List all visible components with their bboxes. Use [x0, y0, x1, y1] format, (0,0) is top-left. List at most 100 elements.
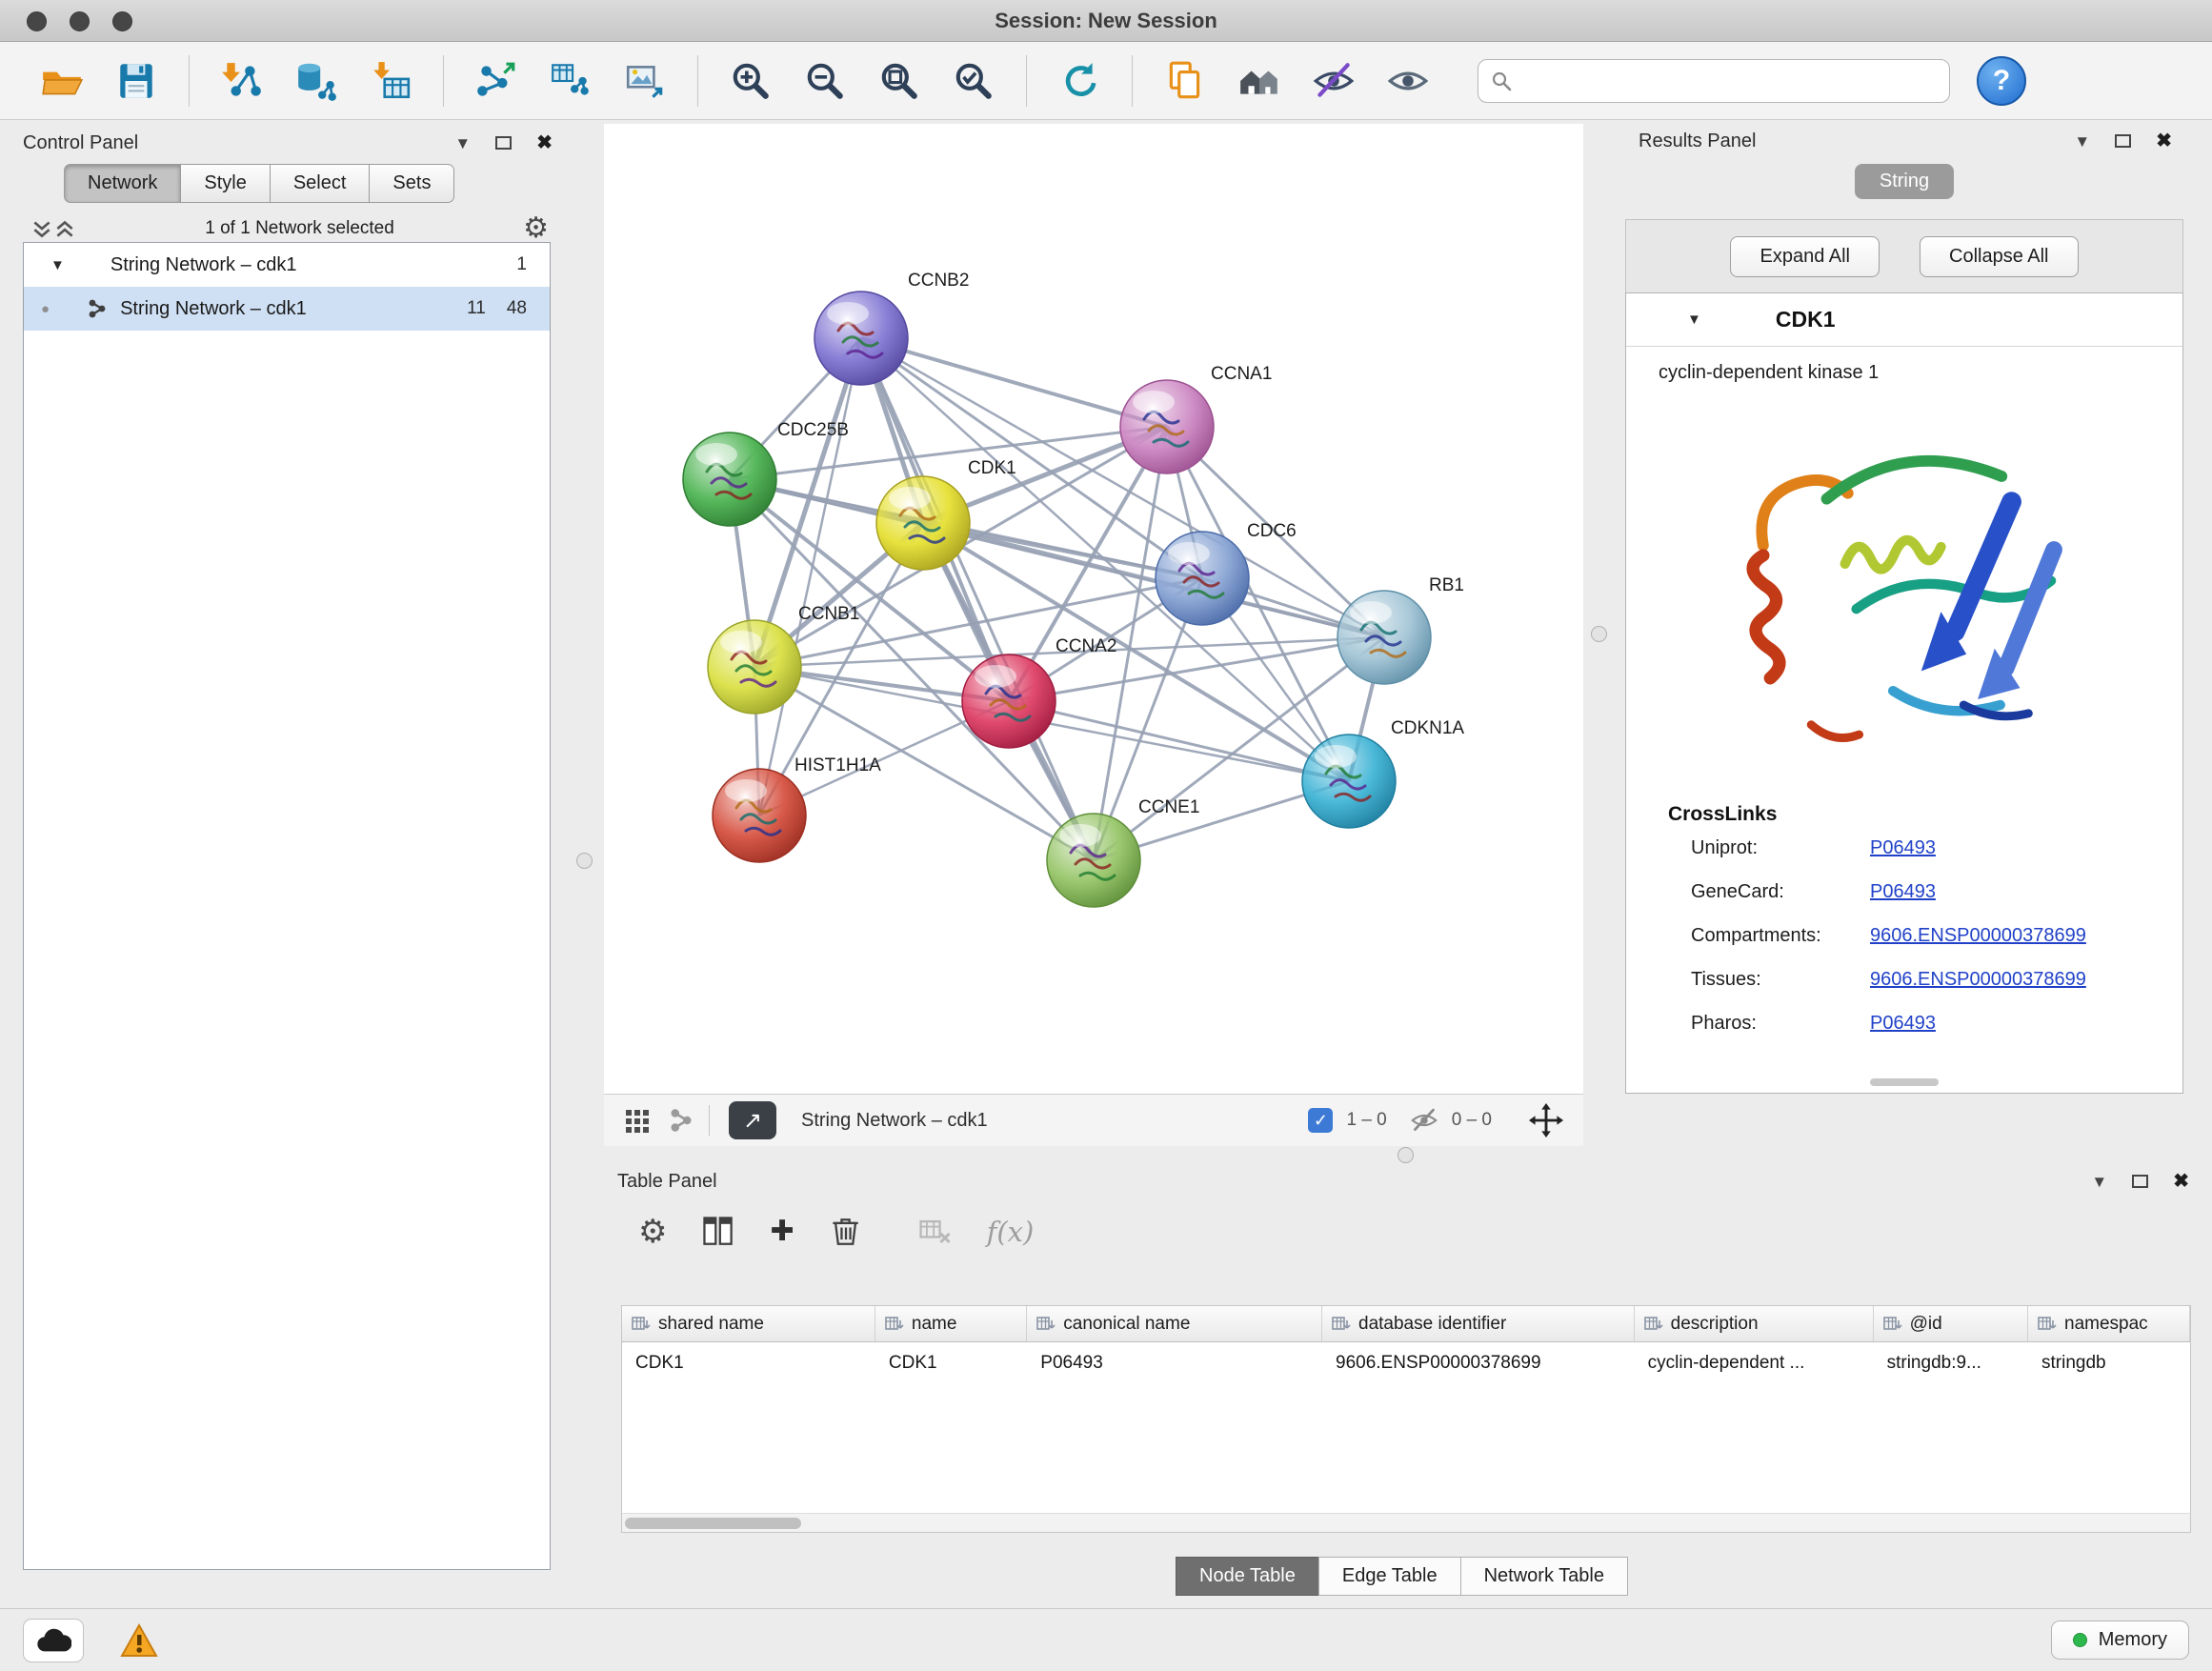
tab-node-table[interactable]: Node Table	[1176, 1557, 1319, 1596]
show-columns-icon[interactable]	[699, 1213, 737, 1251]
column-header[interactable]: namespac	[2028, 1306, 2190, 1341]
network-view-icon[interactable]	[667, 1106, 695, 1135]
panel-float-icon[interactable]	[2132, 1175, 2148, 1188]
pan-crosshair-icon[interactable]	[1528, 1102, 1564, 1138]
sort-column-icon	[1644, 1316, 1663, 1333]
column-header[interactable]: @id	[1874, 1306, 2028, 1341]
table-settings-gear-icon[interactable]: ⚙	[638, 1216, 667, 1248]
cloud-status-button[interactable]	[23, 1619, 84, 1662]
network-node-ccna2[interactable]	[962, 654, 1056, 748]
vertical-splitter-handle[interactable]	[1591, 626, 1607, 642]
help-button[interactable]: ?	[1977, 56, 2026, 106]
collapse-all-icon[interactable]	[30, 217, 53, 240]
tab-string[interactable]: String	[1855, 164, 1954, 199]
import-table-file-button[interactable]	[359, 50, 422, 112]
column-header[interactable]: shared name	[622, 1306, 875, 1341]
search-input[interactable]	[1520, 70, 1938, 91]
zoom-fit-button[interactable]	[868, 50, 931, 112]
network-node-rb1[interactable]	[1337, 591, 1431, 684]
detach-view-button[interactable]: ↗	[729, 1101, 776, 1139]
crosslink-value[interactable]: P06493	[1870, 881, 1936, 903]
network-canvas[interactable]: CCNB2CCNA1CDC25BCDK1CDC6RB1CCNB1CCNA2CDK…	[604, 124, 1583, 1094]
open-session-button[interactable]	[30, 50, 93, 112]
import-network-database-button[interactable]	[285, 50, 348, 112]
home-button[interactable]	[1228, 50, 1291, 112]
network-node-cdkn1a[interactable]	[1302, 735, 1396, 828]
horizontal-scrollbar[interactable]	[622, 1513, 2190, 1532]
network-node-cdc6[interactable]	[1156, 532, 1249, 625]
network-node-cdk1[interactable]	[876, 476, 970, 570]
panel-float-icon[interactable]	[2115, 134, 2131, 148]
save-session-button[interactable]	[105, 50, 168, 112]
show-all-button[interactable]	[1377, 50, 1439, 112]
network-node-ccna1[interactable]	[1120, 380, 1214, 473]
tree-expand-icon[interactable]: ▼	[50, 257, 65, 273]
expand-all-icon[interactable]	[53, 217, 76, 240]
selected-checkbox-icon[interactable]: ✓	[1308, 1108, 1333, 1133]
scrollbar-thumb[interactable]	[1870, 1078, 1939, 1086]
vertical-splitter-handle[interactable]	[576, 853, 593, 869]
warning-button[interactable]	[109, 1619, 170, 1662]
crosslink-value[interactable]: P06493	[1870, 1013, 1936, 1035]
memory-button[interactable]: Memory	[2051, 1621, 2189, 1660]
network-collection-row[interactable]: ▼ String Network – cdk1 1	[24, 243, 550, 287]
table-row[interactable]: CDK1 CDK1 P06493 9606.ENSP00000378699 cy…	[622, 1342, 2190, 1384]
new-network-button[interactable]	[465, 50, 528, 112]
column-header[interactable]: database identifier	[1322, 1306, 1635, 1341]
node-label-cdk1: CDK1	[968, 458, 1016, 478]
network-node-ccne1[interactable]	[1047, 814, 1140, 907]
gear-icon[interactable]: ⚙	[523, 214, 549, 243]
horizontal-splitter-handle[interactable]	[1398, 1147, 1414, 1163]
function-builder-icon[interactable]: f(x)	[987, 1216, 1035, 1248]
clipboard-button[interactable]	[1154, 50, 1217, 112]
apply-layout-button[interactable]	[1048, 50, 1111, 112]
tab-style[interactable]: Style	[180, 164, 270, 203]
tab-network-table[interactable]: Network Table	[1460, 1557, 1628, 1596]
minimize-window-button[interactable]	[70, 11, 90, 31]
network-edge[interactable]	[1009, 701, 1349, 781]
new-network-table-button[interactable]	[539, 50, 602, 112]
zoom-in-button[interactable]	[719, 50, 782, 112]
export-image-button[interactable]	[613, 50, 676, 112]
panel-collapse-icon[interactable]: ▼	[454, 135, 471, 151]
crosslink-value[interactable]: P06493	[1870, 837, 1936, 859]
close-window-button[interactable]	[27, 11, 47, 31]
panel-close-icon[interactable]: ✖	[2156, 131, 2172, 151]
column-header[interactable]: name	[875, 1306, 1027, 1341]
delete-column-trash-icon[interactable]	[827, 1213, 865, 1251]
collapse-gene-icon[interactable]: ▼	[1687, 312, 1701, 328]
tab-sets[interactable]: Sets	[369, 164, 454, 203]
import-network-file-button[interactable]	[211, 50, 273, 112]
tab-select[interactable]: Select	[270, 164, 371, 203]
column-header[interactable]: description	[1635, 1306, 1874, 1341]
column-header[interactable]: canonical name	[1027, 1306, 1322, 1341]
crosslink-value[interactable]: 9606.ENSP00000378699	[1870, 969, 2086, 991]
scrollbar-thumb[interactable]	[625, 1518, 801, 1529]
network-edge[interactable]	[861, 338, 1094, 860]
panel-close-icon[interactable]: ✖	[2173, 1172, 2189, 1191]
hide-selected-button[interactable]	[1302, 50, 1365, 112]
add-column-icon[interactable]: ✚	[770, 1218, 794, 1246]
expand-all-button[interactable]: Expand All	[1730, 236, 1880, 277]
panel-collapse-icon[interactable]: ▼	[2091, 1174, 2107, 1190]
network-row[interactable]: ● String Network – cdk1 11 48	[24, 287, 550, 331]
panel-collapse-icon[interactable]: ▼	[2074, 133, 2090, 150]
tab-network[interactable]: Network	[64, 164, 181, 203]
gene-header-row[interactable]: ▼ CDK1	[1626, 293, 2182, 347]
zoom-selected-button[interactable]	[942, 50, 1005, 112]
network-node-ccnb2[interactable]	[814, 292, 908, 385]
collapse-all-button[interactable]: Collapse All	[1920, 236, 2079, 277]
panel-float-icon[interactable]	[495, 136, 512, 150]
zoom-out-button[interactable]	[794, 50, 856, 112]
network-node-hist1h1a[interactable]	[713, 769, 806, 862]
network-node-cdc25b[interactable]	[683, 433, 776, 526]
tab-edge-table[interactable]: Edge Table	[1318, 1557, 1461, 1596]
grid-view-icon[interactable]	[623, 1106, 652, 1135]
crosslink-value[interactable]: 9606.ENSP00000378699	[1870, 925, 2086, 947]
network-edge[interactable]	[759, 338, 861, 815]
delete-table-icon[interactable]	[916, 1213, 955, 1251]
network-node-ccnb1[interactable]	[708, 620, 801, 714]
panel-close-icon[interactable]: ✖	[536, 133, 553, 152]
network-edge[interactable]	[861, 338, 1167, 427]
zoom-window-button[interactable]	[112, 11, 132, 31]
